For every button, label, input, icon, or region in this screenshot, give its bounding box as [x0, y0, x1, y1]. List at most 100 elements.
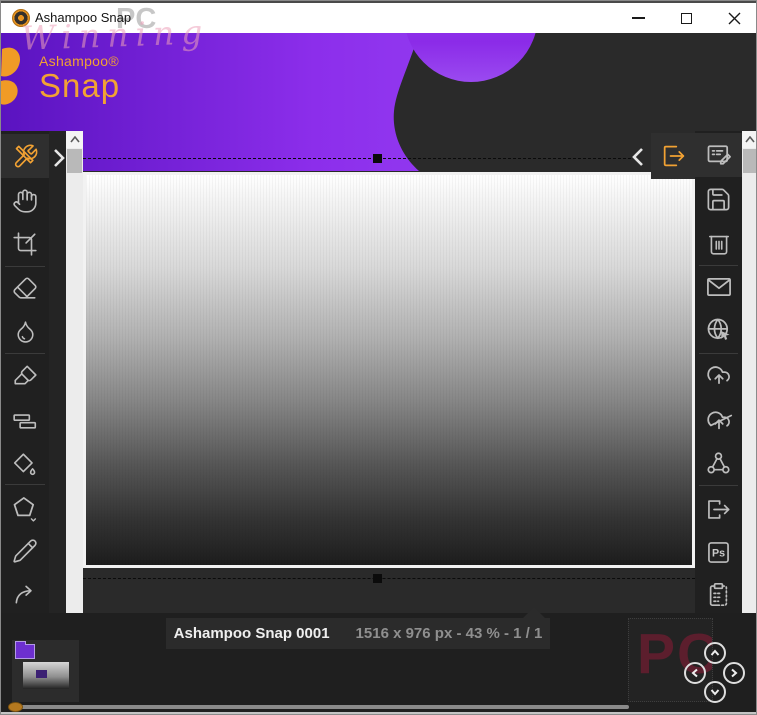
edit-note-icon	[707, 145, 731, 165]
eraser-icon	[13, 277, 37, 299]
nav-left-button[interactable]	[684, 662, 706, 684]
folder-icon	[15, 641, 35, 659]
cloud-upload-alt-button[interactable]	[695, 397, 742, 441]
chevron-up-icon	[745, 136, 755, 143]
photoshop-button[interactable]: Ps	[695, 530, 742, 574]
hand-icon	[13, 189, 37, 213]
expand-left-panel-button[interactable]	[50, 141, 67, 175]
clipboard-paste-button[interactable]	[695, 572, 742, 616]
cloud-upload-icon	[706, 366, 730, 385]
tools-icon	[14, 144, 37, 167]
cloud-upload-slash-icon	[706, 411, 732, 430]
status-bar: Ashampoo Snap 0001 1516 x 976 px - 43 % …	[166, 607, 550, 649]
blur-button[interactable]	[1, 309, 49, 353]
pan-button[interactable]	[1, 179, 49, 223]
close-icon	[728, 12, 740, 24]
window-title: Ashampoo Snap	[35, 10, 132, 25]
clipboard-paste-icon	[709, 582, 728, 606]
scroll-up-button[interactable]	[66, 131, 83, 148]
thumbnail-preview	[23, 662, 69, 689]
document-name: Ashampoo Snap 0001	[173, 625, 330, 642]
captured-image	[83, 172, 695, 568]
canvas-vertical-scrollbar-left[interactable]	[66, 131, 83, 613]
tools-button[interactable]	[1, 134, 49, 178]
chevron-left-icon	[691, 668, 698, 678]
share-nodes-icon	[707, 451, 730, 473]
highlighter-button[interactable]	[1, 353, 49, 397]
window-top-edge	[1, 1, 756, 3]
watermark-box: PC	[628, 618, 713, 702]
document-details: 1516 x 976 px - 43 % - 1 / 1	[355, 625, 543, 642]
crop-icon	[13, 232, 37, 256]
scroll-up-button[interactable]	[742, 131, 756, 148]
selection-handle-top[interactable]	[373, 154, 382, 163]
panel-vertical-scrollbar-right[interactable]	[742, 131, 756, 613]
toolbar-gap	[49, 131, 67, 613]
export-file-button[interactable]	[695, 487, 742, 531]
selection-handle-bottom[interactable]	[373, 574, 382, 583]
scrollbar-knob[interactable]	[8, 702, 23, 712]
status-caret	[523, 607, 545, 618]
close-button[interactable]	[713, 5, 755, 31]
chevron-down-icon	[710, 689, 720, 696]
globe-cursor-icon	[707, 318, 729, 340]
pencil-icon	[13, 539, 37, 563]
selection-top-line	[83, 158, 631, 159]
chevron-left-icon	[632, 148, 643, 166]
curve-arrow-button[interactable]	[1, 572, 49, 616]
maximize-button[interactable]	[665, 5, 707, 31]
delete-button[interactable]	[695, 221, 742, 265]
ashampoo-logo	[1, 47, 21, 105]
envelope-icon	[706, 277, 731, 297]
droplet-icon	[16, 320, 34, 343]
chevron-right-icon	[731, 668, 738, 678]
layered-rects-button[interactable]	[1, 399, 49, 443]
export-icon	[663, 145, 684, 167]
selection-bottom-line	[83, 578, 695, 579]
layered-rectangles-icon	[13, 414, 37, 429]
shape-button[interactable]	[1, 487, 49, 531]
paint-bucket-icon	[13, 453, 36, 476]
toolbar-separator	[5, 484, 45, 485]
cloud-upload-button[interactable]	[695, 353, 742, 397]
chevron-up-icon	[710, 649, 720, 656]
chevron-up-icon	[69, 136, 80, 143]
app-icon	[12, 9, 30, 27]
scrollbar-thumb[interactable]	[743, 149, 756, 173]
eraser-button[interactable]	[1, 266, 49, 310]
minimize-icon	[631, 17, 645, 19]
bottom-bar: Ashampoo Snap 0001 1516 x 976 px - 43 % …	[1, 607, 756, 714]
nav-right-button[interactable]	[723, 662, 745, 684]
photoshop-label: Ps	[712, 547, 725, 559]
scrollbar-thumb[interactable]	[67, 149, 82, 173]
right-toolbar: Ps	[695, 131, 742, 613]
thumbnail-item[interactable]	[12, 640, 79, 702]
maximize-icon	[680, 12, 692, 24]
export-file-icon	[708, 499, 730, 519]
web-upload-button[interactable]	[695, 308, 742, 352]
share-button[interactable]	[695, 441, 742, 485]
save-button[interactable]	[695, 177, 742, 221]
pentagon-icon	[13, 497, 37, 522]
trash-icon	[708, 235, 729, 255]
output-mode-button[interactable]	[651, 133, 696, 179]
product-name: Snap	[39, 67, 121, 104]
minimize-button[interactable]	[617, 5, 659, 31]
chevron-right-icon	[53, 149, 65, 167]
left-toolbar	[1, 131, 49, 613]
brand-lockup: Ashampoo® Snap	[39, 53, 120, 104]
highlighter-icon	[14, 365, 37, 385]
curved-arrow-icon	[15, 585, 32, 604]
edit-note-button[interactable]	[695, 133, 742, 177]
email-button[interactable]	[695, 265, 742, 309]
photoshop-icon: Ps	[708, 541, 729, 563]
crop-button[interactable]	[1, 222, 49, 266]
collapse-right-panel-button[interactable]	[628, 142, 648, 172]
horizontal-scrollbar[interactable]	[21, 705, 629, 709]
pencil-button[interactable]	[1, 529, 49, 573]
fill-color-button[interactable]	[1, 442, 49, 486]
nav-up-button[interactable]	[704, 642, 726, 664]
save-icon	[707, 188, 730, 210]
ashampoo-snap-window: Ashampoo® Snap Ps Ashampoo Snap 0001 151…	[0, 0, 757, 715]
nav-down-button[interactable]	[704, 681, 726, 703]
